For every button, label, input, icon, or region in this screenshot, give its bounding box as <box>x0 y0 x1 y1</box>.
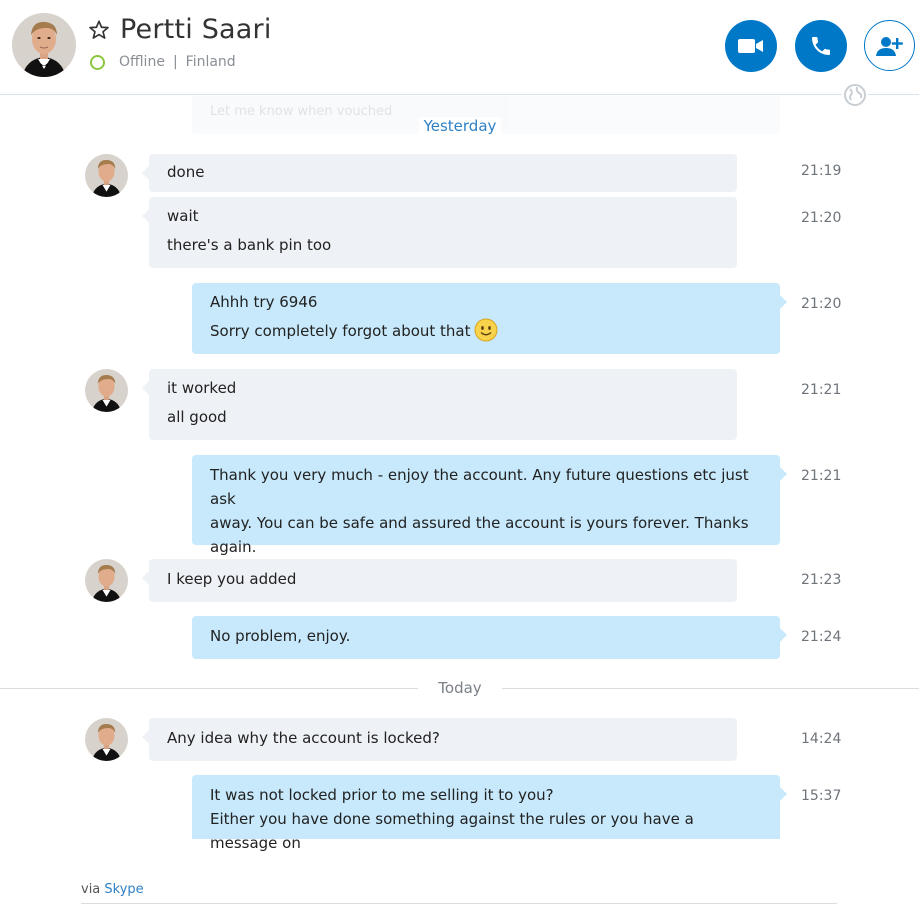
message-time: 21:20 <box>801 210 842 226</box>
message-avatar[interactable] <box>85 559 128 602</box>
message-bubble[interactable]: It was not locked prior to me selling it… <box>192 775 787 852</box>
phone-icon <box>812 37 830 55</box>
message-text: Sorry completely forgot about that <box>210 322 471 340</box>
message-time: 21:21 <box>801 382 842 398</box>
message-time: 21:21 <box>801 468 842 484</box>
message-text: Any idea why the account is locked? <box>167 729 440 747</box>
message-time: 21:24 <box>801 629 842 645</box>
message-time: 21:23 <box>801 572 842 588</box>
message-bubble[interactable]: No problem, enjoy. <box>192 616 787 659</box>
contact-status: Offline | Finland <box>90 54 236 70</box>
via-skype-footer: via Skype <box>81 882 144 897</box>
favorite-star-icon[interactable] <box>88 19 110 41</box>
add-participant-button[interactable] <box>864 20 915 71</box>
status-separator: | <box>172 54 178 70</box>
message-text: all good <box>167 408 227 426</box>
day-divider-left <box>0 688 418 689</box>
message-text: It was not locked prior to me selling it… <box>210 786 554 804</box>
message-text: wait <box>167 207 199 225</box>
message-text: there's a bank pin too <box>167 236 332 254</box>
message-bubble[interactable]: Thank you very much - enjoy the account.… <box>192 455 787 556</box>
offline-status-icon <box>90 54 105 70</box>
message-text: away. You can be safe and assured the ac… <box>210 514 749 532</box>
conversation-header: Pertti Saari Offline | Finland <box>0 0 919 108</box>
message-bubble[interactable]: wait there's a bank pin too <box>142 197 737 268</box>
message-bubble[interactable]: I keep you added <box>142 559 737 602</box>
message-time: 14:24 <box>801 731 842 747</box>
message-bubble[interactable]: Any idea why the account is locked? <box>142 718 737 761</box>
message-text: Thank you very much - enjoy the account.… <box>210 466 749 508</box>
message-bubble[interactable]: done <box>142 154 737 192</box>
message-text: Ahhh try 6946 <box>210 293 318 311</box>
message-bubble[interactable]: Ahhh try 6946 Sorry completely forgot ab… <box>192 283 787 354</box>
message-text: again. <box>210 538 257 556</box>
add-person-icon <box>875 36 903 56</box>
message-text: No problem, enjoy. <box>210 627 351 645</box>
message-avatar[interactable] <box>85 154 128 197</box>
video-call-button[interactable] <box>725 20 777 72</box>
message-text: I keep you added <box>167 570 297 588</box>
day-divider-right <box>502 688 919 689</box>
message-avatar[interactable] <box>85 369 128 412</box>
day-separator-yesterday: Yesterday <box>419 117 501 135</box>
contact-avatar[interactable] <box>12 13 76 77</box>
message-text: Either you have done something against t… <box>210 810 694 852</box>
location-text: Finland <box>185 54 236 70</box>
day-separator-today: Today <box>419 679 501 697</box>
smiley-emoji-icon <box>474 318 498 342</box>
status-text: Offline <box>119 54 165 70</box>
contact-name[interactable]: Pertti Saari <box>120 14 272 45</box>
message-text: done <box>167 163 205 181</box>
message-time: 21:20 <box>801 296 842 312</box>
message-list[interactable]: Let me know when vouched Yesterday done … <box>0 96 919 871</box>
skype-link[interactable]: Skype <box>104 882 143 897</box>
video-camera-icon <box>738 39 763 53</box>
message-avatar[interactable] <box>85 718 128 761</box>
via-text: via <box>81 882 101 897</box>
audio-call-button[interactable] <box>795 20 847 72</box>
message-time: 15:37 <box>801 788 842 804</box>
message-time: 21:19 <box>801 163 842 179</box>
message-text: it worked <box>167 379 237 397</box>
footer-divider <box>81 903 837 904</box>
message-bubble[interactable]: it worked all good <box>142 369 737 440</box>
